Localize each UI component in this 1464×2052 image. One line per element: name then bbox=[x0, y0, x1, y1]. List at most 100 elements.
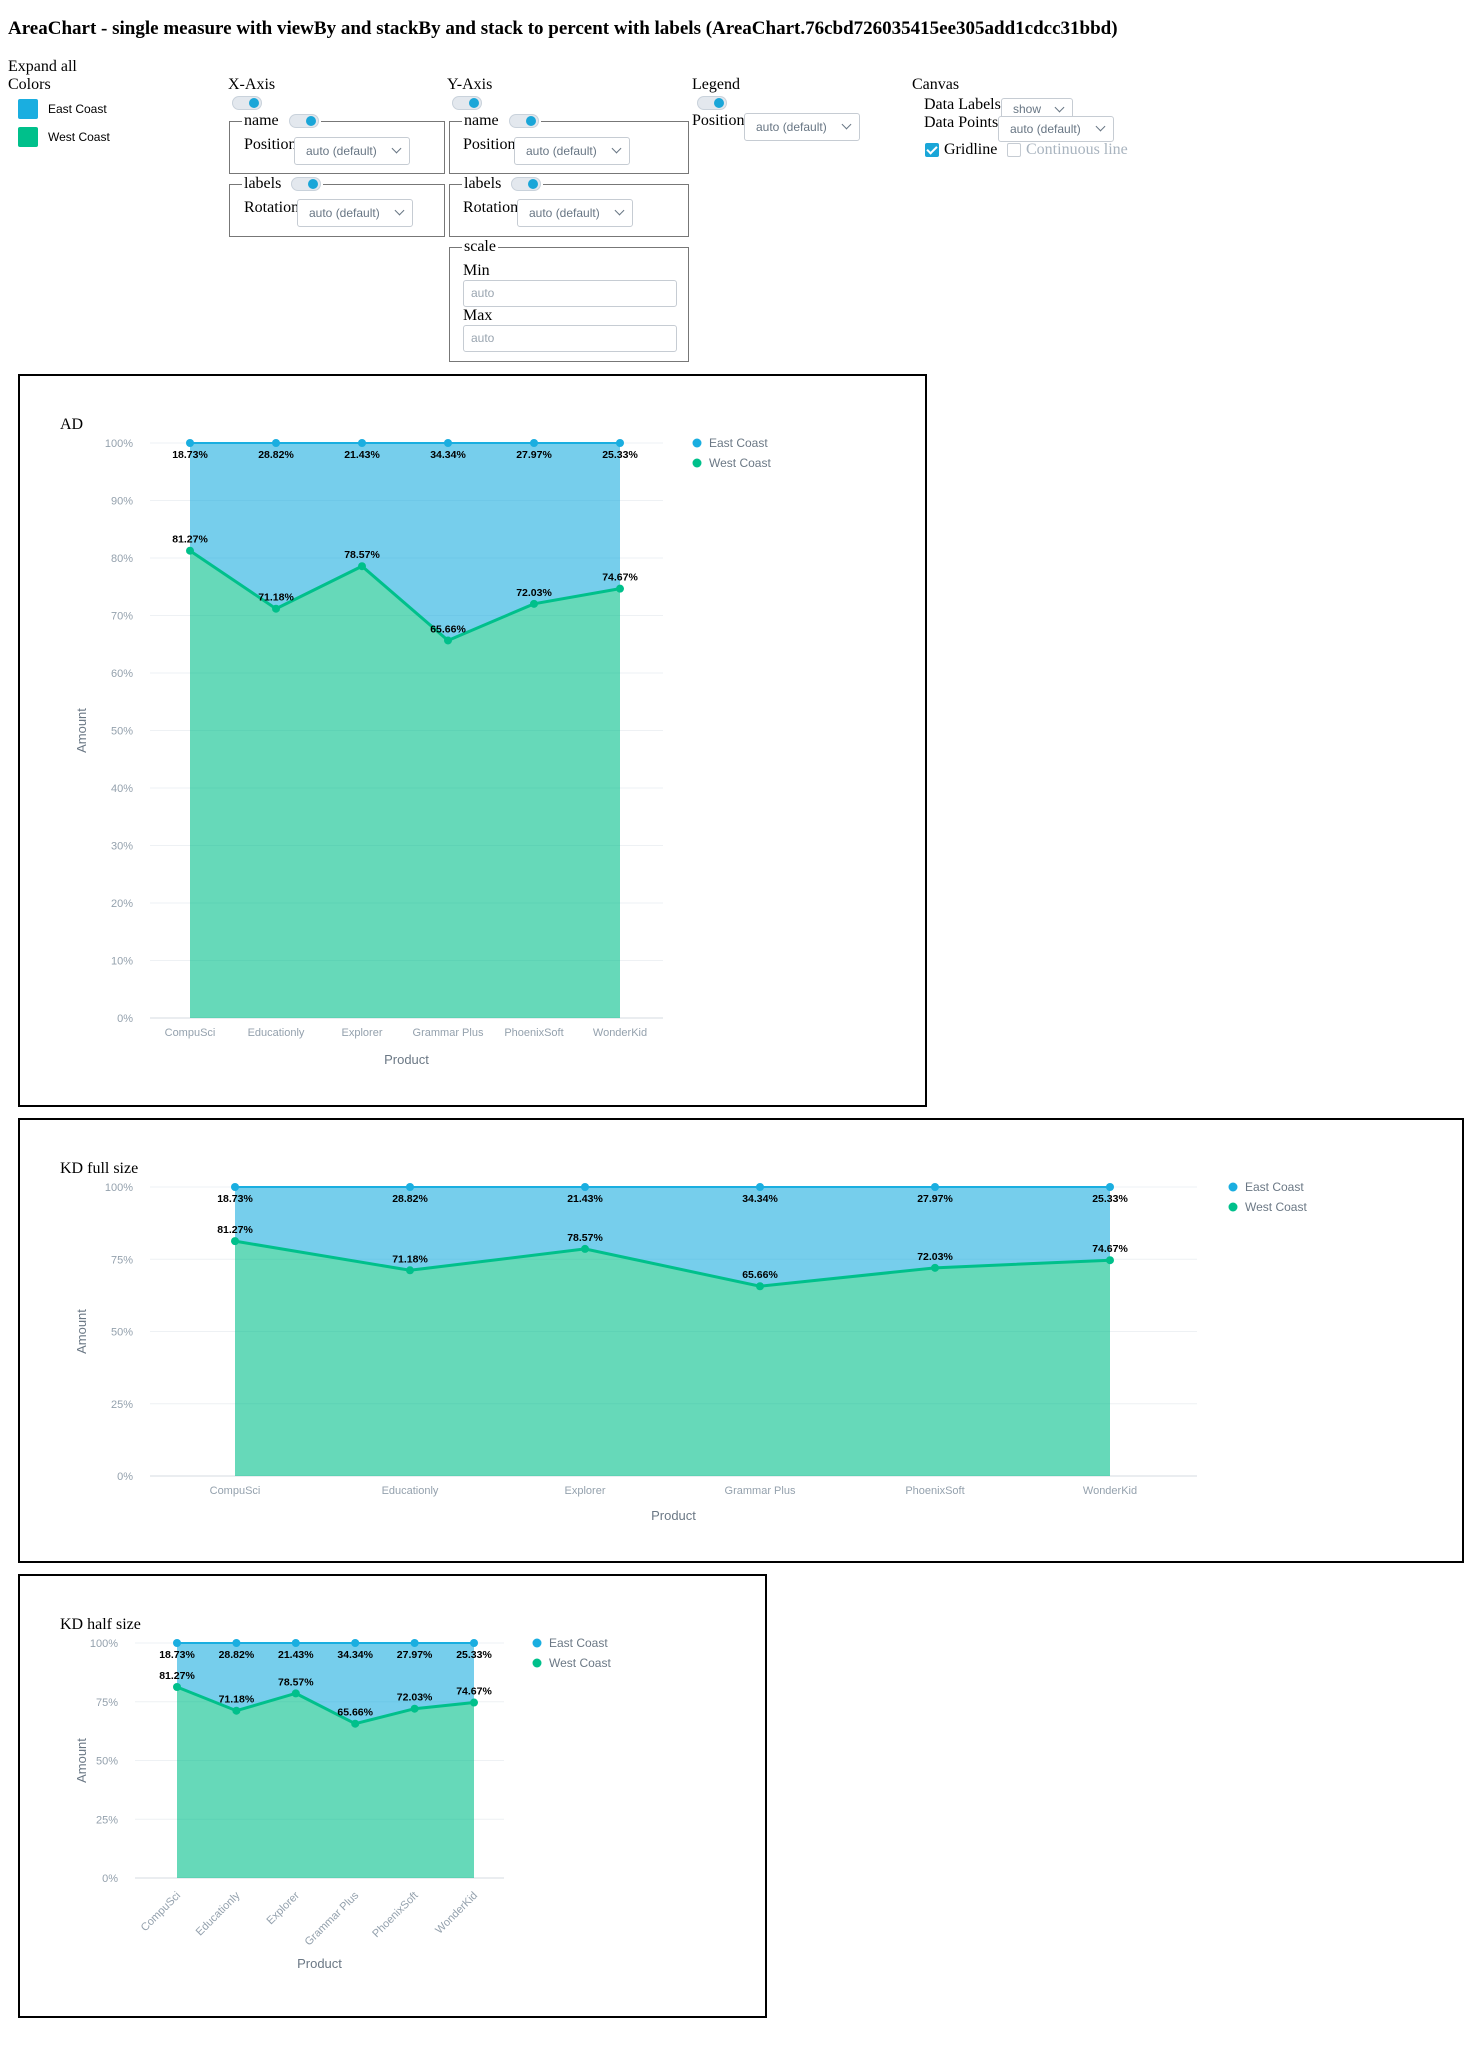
chart-ad-svg: 0% 10% 20% 30% 40% 50% 60% 70% 80% 90% 100% 18.73% 8… bbox=[74, 436, 771, 1067]
chevron-down-icon bbox=[1095, 121, 1106, 132]
toggle-knob bbox=[528, 179, 539, 190]
east-coast-point bbox=[231, 1183, 239, 1191]
chevron-down-icon bbox=[1054, 102, 1065, 113]
east-coast-swatch[interactable] bbox=[18, 99, 38, 119]
chevron-down-icon bbox=[391, 143, 402, 154]
legend-marker bbox=[532, 1638, 542, 1648]
toggle-knob bbox=[249, 98, 259, 108]
x-tick-label: CompuSci bbox=[210, 1485, 261, 1497]
y-axis-min-input[interactable]: auto bbox=[463, 280, 677, 307]
toggle-knob bbox=[714, 98, 724, 108]
y-tick-label: 25% bbox=[96, 1814, 118, 1826]
y-axis-toggle[interactable] bbox=[452, 96, 482, 110]
east-coast-data-label: 27.97% bbox=[516, 449, 552, 461]
east-coast-data-label: 25.33% bbox=[1092, 1193, 1128, 1205]
west-coast-data-label: 81.27% bbox=[172, 534, 208, 546]
east-coast-point bbox=[186, 439, 194, 447]
y-axis-name-toggle[interactable] bbox=[508, 114, 539, 129]
west-coast-point bbox=[616, 584, 624, 593]
legend-marker bbox=[692, 438, 702, 448]
east-coast-point bbox=[616, 439, 624, 447]
east-coast-point bbox=[232, 1639, 241, 1647]
x-tick-label: PhoenixSoft bbox=[905, 1485, 964, 1497]
east-coast-point bbox=[410, 1639, 419, 1647]
chevron-down-icon bbox=[841, 119, 852, 130]
y-axis-labels-toggle[interactable] bbox=[511, 177, 542, 192]
page-title: AreaChart - single measure with viewBy a… bbox=[8, 18, 1118, 39]
legend-marker bbox=[532, 1658, 542, 1668]
x-axis-position-select[interactable]: auto (default) bbox=[294, 137, 410, 165]
y-axis-title: Amount bbox=[74, 1738, 89, 1783]
x-axis-rotation-select[interactable]: auto (default) bbox=[297, 199, 413, 227]
y-axis-max-input[interactable]: auto bbox=[463, 325, 677, 352]
continuous-line-checkbox[interactable] bbox=[1007, 143, 1021, 157]
chart-kd-half-svg: 0% 25% 50% 75% 100% 18.73% 81.27% 28.82% 71.18% 2… bbox=[74, 1636, 611, 1971]
west-coast-point bbox=[756, 1282, 764, 1291]
east-coast-data-label: 18.73% bbox=[172, 449, 208, 461]
x-axis-position-value: auto (default) bbox=[306, 144, 377, 158]
east-coast-point bbox=[1106, 1183, 1114, 1191]
legend-label: East Coast bbox=[1245, 1180, 1304, 1194]
canvas-heading: Canvas bbox=[912, 76, 960, 93]
x-tick-label: Explorer bbox=[342, 1027, 383, 1039]
x-axis-title: Product bbox=[297, 1956, 342, 1971]
west-coast-data-label: 72.03% bbox=[516, 587, 552, 599]
x-tick-label: WonderKid bbox=[433, 1890, 480, 1937]
x-tick-label: Explorer bbox=[565, 1485, 606, 1497]
colors-heading: Colors bbox=[8, 76, 51, 93]
y-axis-rotation-select[interactable]: auto (default) bbox=[517, 199, 633, 227]
data-labels-value: show bbox=[1013, 102, 1042, 116]
legend-position-select[interactable]: auto (default) bbox=[744, 113, 860, 141]
x-axis-rotation-label: Rotation bbox=[244, 199, 300, 216]
chart-kd-full-frame: KD full size 0% 25% 50% 75% 100% 18.73% 81.27%… bbox=[18, 1118, 1464, 1563]
east-coast-point bbox=[291, 1639, 300, 1647]
west-coast-point bbox=[931, 1263, 939, 1272]
east-coast-data-label: 25.33% bbox=[602, 449, 638, 461]
chevron-down-icon bbox=[394, 205, 405, 216]
west-coast-point bbox=[358, 562, 366, 571]
y-axis-scale-legend: scale bbox=[464, 238, 496, 255]
west-coast-point bbox=[186, 546, 194, 555]
y-tick-label: 25% bbox=[111, 1399, 133, 1411]
west-coast-area bbox=[177, 1687, 474, 1878]
west-coast-swatch[interactable] bbox=[18, 127, 38, 147]
gridline-checkbox[interactable] bbox=[925, 143, 939, 157]
west-coast-point bbox=[581, 1244, 589, 1253]
x-axis-toggle[interactable] bbox=[232, 96, 262, 110]
west-coast-area bbox=[190, 550, 620, 1018]
y-tick-label: 30% bbox=[111, 841, 133, 853]
y-axis-position-label: Position bbox=[463, 136, 516, 153]
y-axis-title: Amount bbox=[74, 708, 89, 753]
legend-position-label: Position bbox=[692, 112, 745, 129]
expand-all-button[interactable]: Expand all bbox=[8, 58, 77, 76]
west-coast-point bbox=[530, 599, 538, 608]
data-points-select[interactable]: auto (default) bbox=[998, 116, 1114, 142]
x-tick-label: CompuSci bbox=[139, 1890, 183, 1934]
west-coast-data-label: 74.67% bbox=[1092, 1243, 1128, 1255]
legend-label: West Coast bbox=[549, 1656, 611, 1670]
west-coast-data-label: 71.18% bbox=[258, 592, 294, 604]
x-axis-labels-toggle[interactable] bbox=[291, 177, 322, 192]
y-tick-label: 100% bbox=[105, 438, 133, 450]
west-coast-point bbox=[470, 1698, 478, 1707]
data-points-label: Data Points bbox=[924, 114, 999, 131]
legend-label: East Coast bbox=[549, 1636, 608, 1650]
toggle-knob bbox=[469, 98, 479, 108]
y-tick-label: 75% bbox=[111, 1254, 133, 1266]
y-axis-position-select[interactable]: auto (default) bbox=[514, 137, 630, 165]
west-coast-point bbox=[1106, 1256, 1114, 1265]
x-tick-label: CompuSci bbox=[165, 1027, 216, 1039]
east-coast-data-label: 18.73% bbox=[159, 1649, 195, 1661]
east-coast-point bbox=[470, 1639, 478, 1647]
east-coast-point bbox=[173, 1639, 181, 1647]
west-coast-point bbox=[272, 604, 280, 613]
legend-marker bbox=[1228, 1182, 1238, 1192]
x-tick-label: WonderKid bbox=[593, 1027, 647, 1039]
east-coast-data-label: 18.73% bbox=[217, 1193, 253, 1205]
y-axis-heading: Y-Axis bbox=[447, 76, 493, 93]
x-axis-name-toggle[interactable] bbox=[288, 114, 319, 129]
legend-toggle[interactable] bbox=[697, 96, 727, 110]
east-coast-data-label: 21.43% bbox=[278, 1649, 314, 1661]
east-coast-data-label: 28.82% bbox=[219, 1649, 255, 1661]
y-axis-min-label: Min bbox=[463, 262, 490, 279]
